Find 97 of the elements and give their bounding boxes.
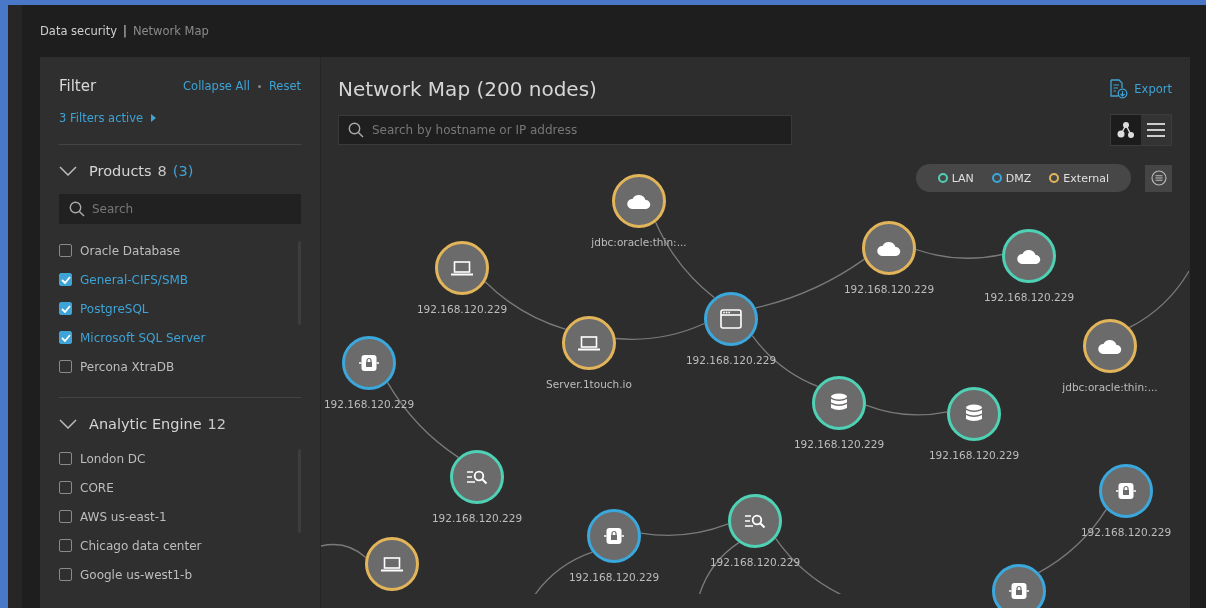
cloud-icon bbox=[627, 193, 651, 209]
node-label: jdbc:oracle:thin:... bbox=[591, 236, 687, 248]
node-label: 192.168.120.229 bbox=[793, 438, 885, 450]
checkbox[interactable] bbox=[59, 510, 72, 523]
filter-option[interactable]: AWS us-east-1 bbox=[59, 502, 301, 531]
search-list-icon bbox=[466, 469, 488, 485]
filter-title: Filter bbox=[59, 77, 97, 95]
network-node[interactable] bbox=[704, 292, 758, 346]
graph-view-button[interactable] bbox=[1111, 115, 1141, 145]
lock-icon bbox=[604, 527, 624, 545]
network-node[interactable] bbox=[612, 174, 666, 228]
filter-option[interactable]: Oracle Database bbox=[59, 236, 301, 265]
node-label: 192.168.120.229 bbox=[843, 283, 935, 295]
node-label: 192.168.120.229 bbox=[323, 398, 415, 410]
laptop-icon bbox=[451, 260, 473, 276]
node-label: 192.168.120.229 bbox=[685, 354, 777, 366]
filter-option[interactable]: Google us-west1-b bbox=[59, 560, 301, 589]
network-node[interactable] bbox=[1002, 229, 1056, 283]
section-header[interactable]: Analytic Engine 12 bbox=[59, 416, 301, 432]
network-node[interactable] bbox=[1099, 464, 1153, 518]
node-label: 192.168.120.229 bbox=[416, 303, 508, 315]
separator-dot bbox=[257, 84, 261, 88]
checkbox[interactable] bbox=[59, 302, 72, 315]
graph-icon bbox=[1116, 120, 1136, 140]
breadcrumb-separator: | bbox=[123, 24, 127, 38]
breadcrumb-item[interactable]: Network Map bbox=[132, 24, 209, 38]
laptop-icon bbox=[578, 335, 600, 351]
filter-option[interactable]: General-CIFS/SMB bbox=[59, 265, 301, 294]
map-title: Network Map (200 nodes) bbox=[338, 77, 597, 101]
search-list-icon bbox=[744, 513, 766, 529]
checkbox[interactable] bbox=[59, 273, 72, 286]
checkbox[interactable] bbox=[59, 481, 72, 494]
lock-icon bbox=[1116, 482, 1136, 500]
network-node[interactable] bbox=[342, 336, 396, 390]
filter-option[interactable]: PostgreSQL bbox=[59, 294, 301, 323]
filter-action-link[interactable]: Reset bbox=[268, 79, 301, 93]
database-icon bbox=[830, 393, 848, 413]
browser-window-icon bbox=[720, 309, 742, 329]
node-label: 192.168.120.229 bbox=[983, 291, 1075, 303]
export-icon bbox=[1108, 79, 1129, 99]
network-node[interactable] bbox=[862, 221, 916, 275]
search-icon bbox=[69, 201, 85, 217]
node-label: 192.168.120.229 bbox=[1080, 526, 1172, 538]
legend-toggle-button[interactable] bbox=[1145, 164, 1172, 192]
active-filters-link[interactable]: 3 Filters active bbox=[59, 111, 157, 125]
checkbox[interactable] bbox=[59, 539, 72, 552]
connection-line bbox=[1128, 270, 1189, 329]
legend-label: LAN bbox=[951, 171, 974, 185]
lock-icon bbox=[1009, 582, 1029, 600]
search-field[interactable]: Search bbox=[59, 194, 301, 224]
search-field[interactable]: Search by hostname or IP address bbox=[338, 115, 792, 145]
checkbox[interactable] bbox=[59, 568, 72, 581]
section-header[interactable]: Products 8 (3) bbox=[59, 163, 301, 179]
filter-option[interactable]: Percona XtraDB bbox=[59, 352, 301, 381]
cloud-icon bbox=[877, 240, 901, 256]
network-node[interactable] bbox=[947, 387, 1001, 441]
node-label: 192.168.120.229 bbox=[928, 449, 1020, 461]
chevron-icon bbox=[59, 419, 77, 429]
filter-option[interactable]: Microsoft SQL Server bbox=[59, 323, 301, 352]
network-node[interactable] bbox=[435, 241, 489, 295]
node-label: 192.168.120.229 bbox=[431, 512, 523, 524]
menu-icon bbox=[1146, 122, 1166, 138]
connection-line bbox=[321, 543, 367, 559]
network-node[interactable] bbox=[450, 450, 504, 504]
chevron-icon bbox=[59, 166, 77, 176]
node-label: 192.168.120.229 bbox=[709, 556, 801, 568]
network-node[interactable] bbox=[728, 494, 782, 548]
filter-option[interactable]: Chicago data center bbox=[59, 531, 301, 560]
filter-option[interactable]: London DC bbox=[59, 444, 301, 473]
network-node[interactable] bbox=[992, 564, 1046, 608]
filter-option[interactable]: CORE bbox=[59, 473, 301, 502]
search-icon bbox=[348, 122, 364, 138]
legend-label: DMZ bbox=[1005, 171, 1032, 185]
caret-icon bbox=[151, 114, 157, 122]
network-node[interactable] bbox=[1083, 319, 1137, 373]
checkbox[interactable] bbox=[59, 452, 72, 465]
network-node[interactable] bbox=[562, 316, 616, 370]
checkbox[interactable] bbox=[59, 331, 72, 344]
checkbox[interactable] bbox=[59, 244, 72, 257]
node-label: 192.168.120.229 bbox=[568, 571, 660, 583]
list-icon bbox=[1150, 170, 1167, 186]
lock-icon bbox=[359, 354, 379, 372]
checkbox[interactable] bbox=[59, 360, 72, 373]
node-label: jdbc:oracle:thin:... bbox=[1062, 381, 1158, 393]
network-node[interactable] bbox=[365, 537, 419, 591]
breadcrumb-item[interactable]: Data security bbox=[40, 24, 118, 38]
list-view-button[interactable] bbox=[1141, 115, 1171, 145]
export-button[interactable]: Export bbox=[1108, 79, 1172, 99]
legend-label: External bbox=[1063, 171, 1109, 185]
filter-action-link[interactable]: Collapse All bbox=[183, 79, 250, 93]
cloud-icon bbox=[1017, 248, 1041, 264]
cloud-icon bbox=[1098, 338, 1122, 354]
network-node[interactable] bbox=[587, 509, 641, 563]
database-icon bbox=[965, 404, 983, 424]
laptop-icon bbox=[381, 556, 403, 572]
network-node[interactable] bbox=[812, 376, 866, 430]
node-label: Server.1touch.io bbox=[546, 378, 632, 390]
